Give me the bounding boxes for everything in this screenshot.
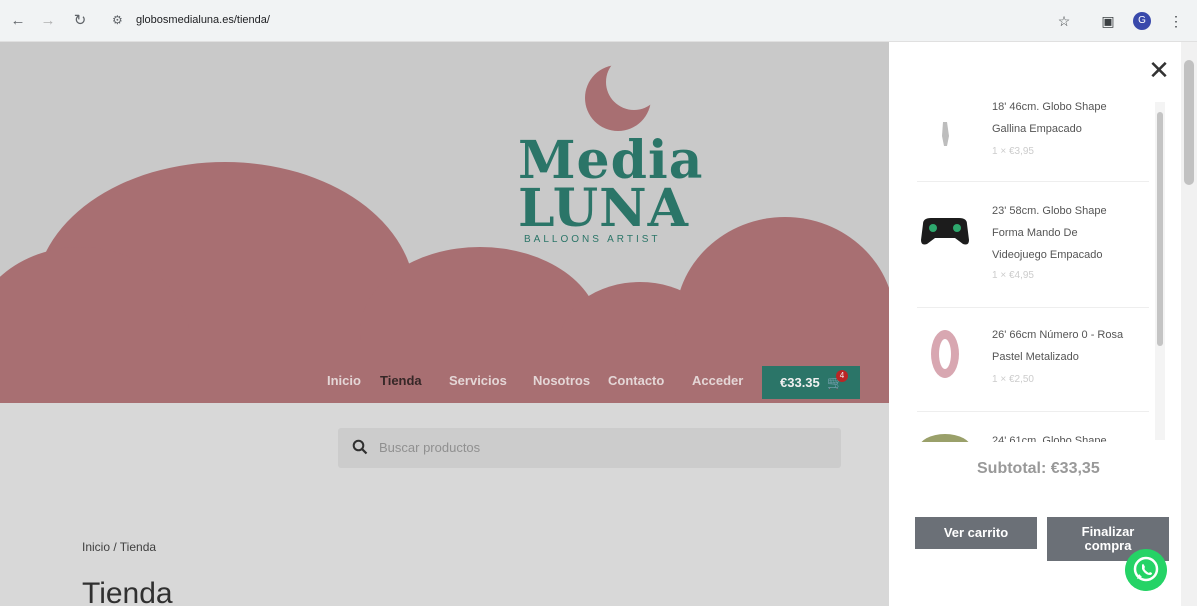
cart-item: 26' 66cm Número 0 - Rosa Pastel Metaliza… — [917, 308, 1149, 412]
page-scrollbar-thumb[interactable] — [1184, 60, 1194, 185]
subtotal-label: Subtotal: — [977, 460, 1047, 477]
browser-toolbar: ← → ↻ ⚙ globosmedialuna.es/tienda/ ☆ ▣ G… — [0, 0, 1197, 42]
chicken-balloon-icon — [942, 122, 949, 146]
address-bar[interactable]: ⚙ globosmedialuna.es/tienda/ — [104, 7, 1044, 35]
back-arrow-icon[interactable]: ← — [8, 11, 28, 31]
forward-arrow-icon[interactable]: → — [38, 11, 58, 31]
cart-item: 24' 61cm. Globo Shape — [917, 412, 1149, 442]
mini-cart-drawer: ✕ 18' 46cm. Globo Shape Gallina Empacado… — [889, 42, 1197, 606]
number-zero-balloon-icon — [931, 330, 959, 378]
more-menu-icon[interactable]: ⋮ — [1166, 11, 1186, 31]
cart-item-name[interactable]: 24' 61cm. Globo Shape — [992, 430, 1132, 442]
balloon-icon — [921, 434, 969, 442]
whatsapp-icon[interactable] — [1125, 549, 1167, 591]
close-icon[interactable]: ✕ — [1145, 56, 1173, 84]
cart-scrollbar-thumb[interactable] — [1157, 112, 1163, 346]
drawer-backdrop[interactable] — [0, 42, 889, 606]
subtotal-value: €33,35 — [1050, 460, 1100, 477]
bookmark-star-icon[interactable]: ☆ — [1054, 11, 1074, 31]
cart-item-qty: 1 × €2,50 — [992, 374, 1034, 385]
cart-subtotal: Subtotal: €33,35 — [977, 460, 1100, 478]
url-text: globosmedialuna.es/tienda/ — [136, 14, 270, 26]
cart-item-name[interactable]: 23' 58cm. Globo Shape Forma Mando De Vid… — [992, 200, 1132, 266]
gamepad-balloon-icon — [921, 218, 969, 245]
cart-item-name[interactable]: 26' 66cm Número 0 - Rosa Pastel Metaliza… — [992, 324, 1132, 368]
cart-item-name[interactable]: 18' 46cm. Globo Shape Gallina Empacado — [992, 96, 1132, 140]
cart-item: 18' 46cm. Globo Shape Gallina Empacado 1… — [917, 92, 1149, 182]
cart-item: 23' 58cm. Globo Shape Forma Mando De Vid… — [917, 182, 1149, 308]
site-info-icon[interactable]: ⚙ — [112, 13, 123, 27]
reload-icon[interactable]: ↻ — [70, 11, 90, 31]
view-cart-button[interactable]: Ver carrito — [915, 517, 1037, 549]
profile-avatar[interactable]: G — [1133, 12, 1151, 30]
web-page: Media LUNA BALLOONS ARTIST Inicio Tienda… — [0, 42, 889, 606]
side-panel-icon[interactable]: ▣ — [1098, 11, 1118, 31]
cart-item-qty: 1 × €3,95 — [992, 146, 1034, 157]
cart-item-qty: 1 × €4,95 — [992, 270, 1034, 281]
